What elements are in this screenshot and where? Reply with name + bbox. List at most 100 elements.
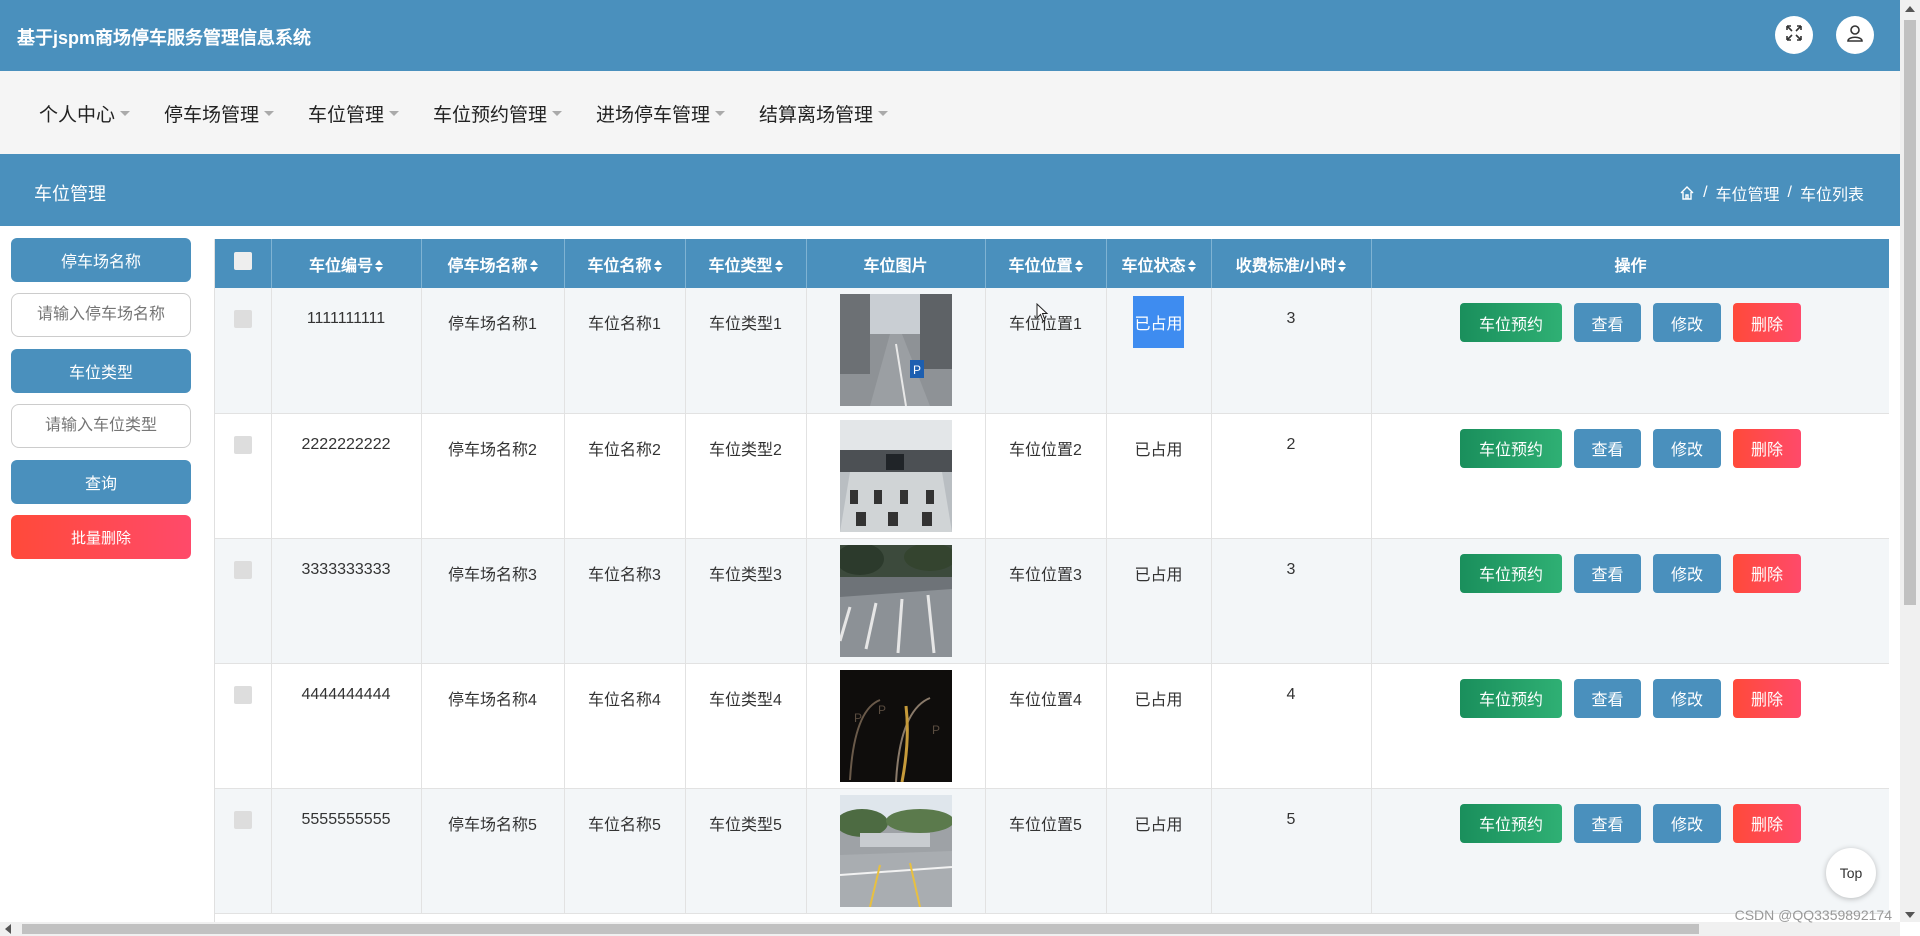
row-checkbox[interactable] bbox=[233, 435, 252, 454]
cell-location: 车位位置4 bbox=[985, 663, 1107, 789]
horizontal-scroll-thumb[interactable] bbox=[22, 924, 1699, 934]
column-header-location[interactable]: 车位位置 bbox=[985, 239, 1107, 288]
app-title: 基于jspm商场停车服务管理信息系统 bbox=[17, 28, 312, 48]
sort-icon[interactable] bbox=[774, 260, 783, 273]
nav-item-entry[interactable]: 进场停车管理 bbox=[596, 100, 726, 127]
row-checkbox[interactable] bbox=[233, 685, 252, 704]
view-button[interactable]: 查看 bbox=[1574, 678, 1641, 718]
select-all-checkbox[interactable] bbox=[233, 252, 252, 270]
back-to-top-button[interactable]: Top bbox=[1826, 848, 1876, 898]
svg-text:P: P bbox=[932, 723, 940, 737]
row-select-cell bbox=[215, 663, 272, 789]
column-header-image: 车位图片 bbox=[806, 239, 986, 288]
cell-actions: 车位预约 查看 修改 删除 bbox=[1371, 788, 1889, 914]
nav-item-reservation[interactable]: 车位预约管理 bbox=[433, 100, 563, 127]
breadcrumb-item-space-management[interactable]: 车位管理 bbox=[1716, 181, 1780, 205]
view-button[interactable]: 查看 bbox=[1574, 428, 1641, 468]
cell-type: 车位类型2 bbox=[685, 413, 807, 539]
view-button[interactable]: 查看 bbox=[1574, 803, 1641, 843]
reserve-button[interactable]: 车位预约 bbox=[1460, 553, 1562, 593]
cell-image bbox=[806, 788, 986, 914]
row-checkbox[interactable] bbox=[233, 810, 252, 829]
edit-button[interactable]: 修改 bbox=[1653, 428, 1721, 468]
edit-button[interactable]: 修改 bbox=[1653, 803, 1721, 843]
sort-icon[interactable] bbox=[529, 260, 538, 273]
delete-button[interactable]: 删除 bbox=[1733, 303, 1801, 342]
space-photo[interactable]: P bbox=[839, 294, 952, 406]
chevron-down-icon bbox=[552, 111, 563, 117]
delete-button[interactable]: 删除 bbox=[1733, 553, 1801, 593]
cell-status: 已占用 bbox=[1106, 538, 1212, 664]
nav-item-settlement[interactable]: 结算离场管理 bbox=[759, 100, 889, 127]
breadcrumb: / 车位管理 / 车位列表 bbox=[1679, 181, 1864, 205]
reserve-button[interactable]: 车位预约 bbox=[1460, 303, 1562, 342]
home-icon[interactable] bbox=[1679, 185, 1695, 201]
view-button[interactable]: 查看 bbox=[1574, 553, 1641, 593]
sort-icon[interactable] bbox=[1338, 260, 1347, 273]
space-photo[interactable] bbox=[839, 419, 952, 532]
sort-icon[interactable] bbox=[375, 260, 383, 273]
delete-button[interactable]: 删除 bbox=[1733, 428, 1801, 468]
column-header-lot[interactable]: 停车场名称 bbox=[421, 239, 565, 288]
row-select-cell bbox=[215, 413, 272, 539]
edit-button[interactable]: 修改 bbox=[1653, 553, 1721, 593]
cell-fee: 4 bbox=[1211, 663, 1372, 789]
reserve-button[interactable]: 车位预约 bbox=[1460, 428, 1562, 468]
cell-lot: 停车场名称2 bbox=[421, 413, 565, 539]
status-text-selected: 已占用 bbox=[1133, 296, 1184, 348]
chevron-down-icon bbox=[264, 111, 275, 117]
horizontal-scrollbar[interactable] bbox=[0, 922, 1900, 936]
cell-location: 车位位置3 bbox=[985, 538, 1107, 664]
space-photo[interactable] bbox=[839, 794, 952, 907]
space-type-input[interactable] bbox=[11, 404, 191, 448]
row-checkbox[interactable] bbox=[233, 310, 252, 328]
cell-status: 已占用 bbox=[1106, 288, 1212, 414]
sort-icon[interactable] bbox=[1187, 260, 1196, 273]
cell-type: 车位类型5 bbox=[685, 788, 807, 914]
cell-type: 车位类型4 bbox=[685, 663, 807, 789]
cell-type: 车位类型1 bbox=[685, 288, 807, 414]
reserve-button[interactable]: 车位预约 bbox=[1460, 678, 1562, 718]
space-photo[interactable] bbox=[839, 544, 952, 657]
vertical-scroll-thumb[interactable] bbox=[1904, 20, 1916, 605]
query-button[interactable]: 查询 bbox=[11, 460, 191, 504]
svg-text:P: P bbox=[854, 711, 862, 725]
nav-item-space[interactable]: 车位管理 bbox=[308, 100, 400, 127]
reserve-button[interactable]: 车位预约 bbox=[1460, 803, 1562, 843]
scroll-left-arrow-icon[interactable] bbox=[5, 924, 11, 934]
cell-location: 车位位置5 bbox=[985, 788, 1107, 914]
column-header-id[interactable]: 车位编号 bbox=[271, 239, 422, 288]
scroll-up-arrow-icon[interactable] bbox=[1905, 6, 1915, 12]
user-button[interactable] bbox=[1836, 16, 1874, 54]
column-header-name[interactable]: 车位名称 bbox=[564, 239, 686, 288]
column-header-fee[interactable]: 收费标准/小时 bbox=[1211, 239, 1372, 288]
cell-lot: 停车场名称5 bbox=[421, 788, 565, 914]
scroll-down-arrow-icon[interactable] bbox=[1905, 912, 1915, 918]
row-checkbox[interactable] bbox=[233, 560, 252, 579]
edit-button[interactable]: 修改 bbox=[1653, 303, 1721, 342]
vertical-scrollbar[interactable] bbox=[1900, 0, 1920, 922]
sort-icon[interactable] bbox=[1074, 260, 1083, 273]
delete-button[interactable]: 删除 bbox=[1733, 803, 1801, 843]
edit-button[interactable]: 修改 bbox=[1653, 678, 1721, 718]
column-label: 车位状态 bbox=[1121, 257, 1186, 275]
cell-location: 车位位置2 bbox=[985, 413, 1107, 539]
chevron-down-icon bbox=[120, 111, 131, 117]
row-select-cell bbox=[215, 538, 272, 664]
space-photo[interactable]: P P P bbox=[839, 669, 952, 782]
cell-status: 已占用 bbox=[1106, 413, 1212, 539]
view-button[interactable]: 查看 bbox=[1574, 303, 1641, 342]
sort-icon[interactable] bbox=[653, 260, 662, 273]
nav-item-parking-lot[interactable]: 停车场管理 bbox=[164, 100, 275, 127]
delete-button[interactable]: 删除 bbox=[1733, 678, 1801, 718]
batch-delete-button[interactable]: 批量删除 bbox=[11, 515, 191, 559]
column-header-status[interactable]: 车位状态 bbox=[1106, 239, 1212, 288]
column-label: 收费标准/小时 bbox=[1235, 257, 1337, 275]
column-label: 操作 bbox=[1614, 257, 1647, 275]
nav-label: 结算离场管理 bbox=[759, 105, 874, 126]
nav-item-personal-center[interactable]: 个人中心 bbox=[39, 100, 131, 127]
fullscreen-button[interactable] bbox=[1775, 16, 1813, 54]
parking-lot-name-input[interactable] bbox=[11, 293, 191, 337]
column-header-type[interactable]: 车位类型 bbox=[685, 239, 807, 288]
cell-actions: 车位预约 查看 修改 删除 bbox=[1371, 538, 1889, 664]
